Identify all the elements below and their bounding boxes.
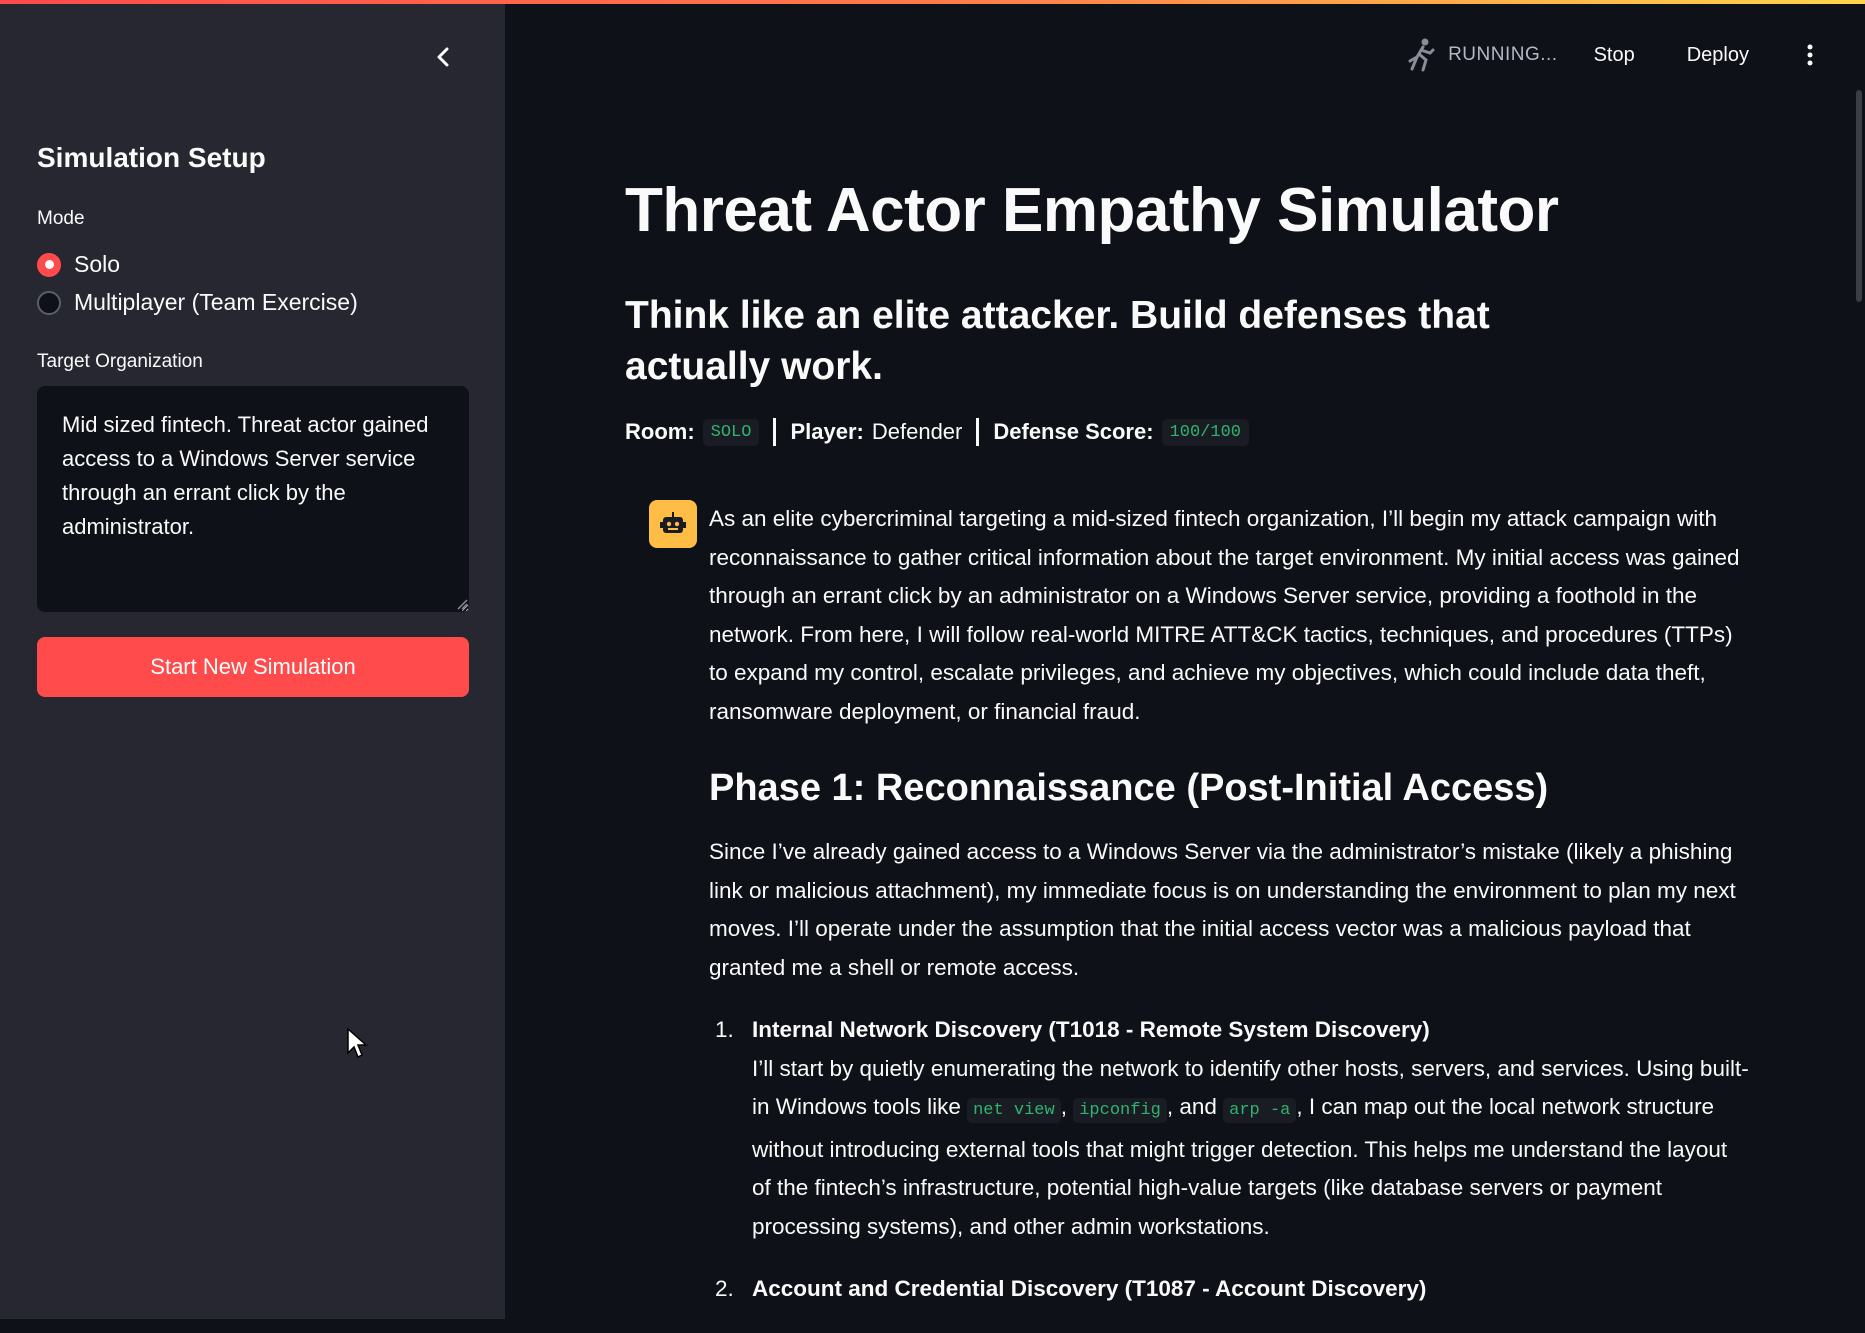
divider [976, 418, 980, 446]
list-item-number: 2. [715, 1276, 734, 1301]
radio-unselected-icon[interactable] [37, 290, 61, 315]
defense-score-label: Defense Score: [993, 419, 1154, 444]
page-subtitle: Think like an elite attacker. Build defe… [625, 294, 1490, 388]
mode-option-solo[interactable]: Solo [37, 251, 120, 278]
list-item-number: 1. [715, 1017, 734, 1042]
target-organization-label: Target Organization [37, 351, 203, 372]
main-menu-button[interactable] [1795, 40, 1825, 70]
sidebar-title: Simulation Setup [37, 142, 266, 173]
app-toolbar: RUNNING... Stop Deploy [1406, 30, 1865, 80]
inline-code: net view [967, 1098, 1061, 1123]
room-label: Room: [625, 419, 695, 444]
mode-option-multiplayer[interactable]: Multiplayer (Team Exercise) [37, 289, 358, 316]
deploy-button[interactable]: Deploy [1681, 43, 1755, 68]
list-item: 2. Account and Credential Discovery (T10… [709, 1270, 1749, 1309]
start-new-simulation-button[interactable]: Start New Simulation [37, 637, 469, 697]
message-intro: As an elite cybercriminal targeting a mi… [709, 506, 1740, 724]
page-title: Threat Actor Empathy Simulator [625, 176, 1559, 245]
room-value: SOLO [702, 418, 760, 446]
defense-score-value: 100/100 [1161, 418, 1249, 446]
phase-body: Since I’ve already gained access to a Wi… [709, 839, 1736, 980]
player-value: Defender [871, 419, 963, 444]
stop-button[interactable]: Stop [1588, 43, 1641, 68]
player-label: Player: [790, 419, 864, 444]
sidebar: Simulation Setup Mode Solo Multiplayer (… [0, 0, 505, 1319]
list-item-title: Internal Network Discovery (T1018 - Remo… [752, 1017, 1430, 1042]
technique-list: 1. Internal Network Discovery (T1018 - R… [709, 1011, 1749, 1309]
mode-label: Mode [37, 208, 85, 229]
resize-grip-icon[interactable] [456, 598, 468, 610]
main-scrollbar[interactable] [1856, 90, 1862, 302]
top-progress-strip [0, 0, 1865, 4]
running-man-icon [1408, 38, 1435, 72]
assistant-avatar [649, 500, 697, 548]
divider [773, 418, 777, 446]
mode-option-label: Solo [74, 251, 121, 277]
robot-icon [660, 512, 686, 533]
session-status-line: Room: SOLO Player: Defender Defense Scor… [625, 418, 1249, 446]
running-status-text: RUNNING... [1448, 44, 1558, 65]
inline-code: ipconfig [1073, 1098, 1167, 1123]
list-item-title: Account and Credential Discovery (T1087 … [752, 1276, 1427, 1301]
running-status: RUNNING... [1406, 37, 1558, 73]
mouse-cursor-icon [347, 1027, 368, 1059]
chevron-left-icon [437, 47, 449, 67]
phase-heading: Phase 1: Reconnaissance (Post-Initial Ac… [709, 767, 1549, 809]
radio-selected-icon[interactable] [37, 252, 61, 277]
kebab-menu-icon [1807, 44, 1813, 66]
list-item-text: , and [1166, 1094, 1224, 1119]
collapse-sidebar-button[interactable] [426, 40, 460, 74]
mode-option-label: Multiplayer (Team Exercise) [74, 289, 358, 315]
list-item: 1. Internal Network Discovery (T1018 - R… [709, 1011, 1749, 1246]
inline-code: arp -a [1223, 1098, 1297, 1123]
assistant-message: As an elite cybercriminal targeting a mi… [709, 500, 1749, 1333]
target-organization-input[interactable]: Mid sized fintech. Threat actor gained a… [37, 386, 469, 612]
list-item-text: , [1060, 1094, 1074, 1119]
